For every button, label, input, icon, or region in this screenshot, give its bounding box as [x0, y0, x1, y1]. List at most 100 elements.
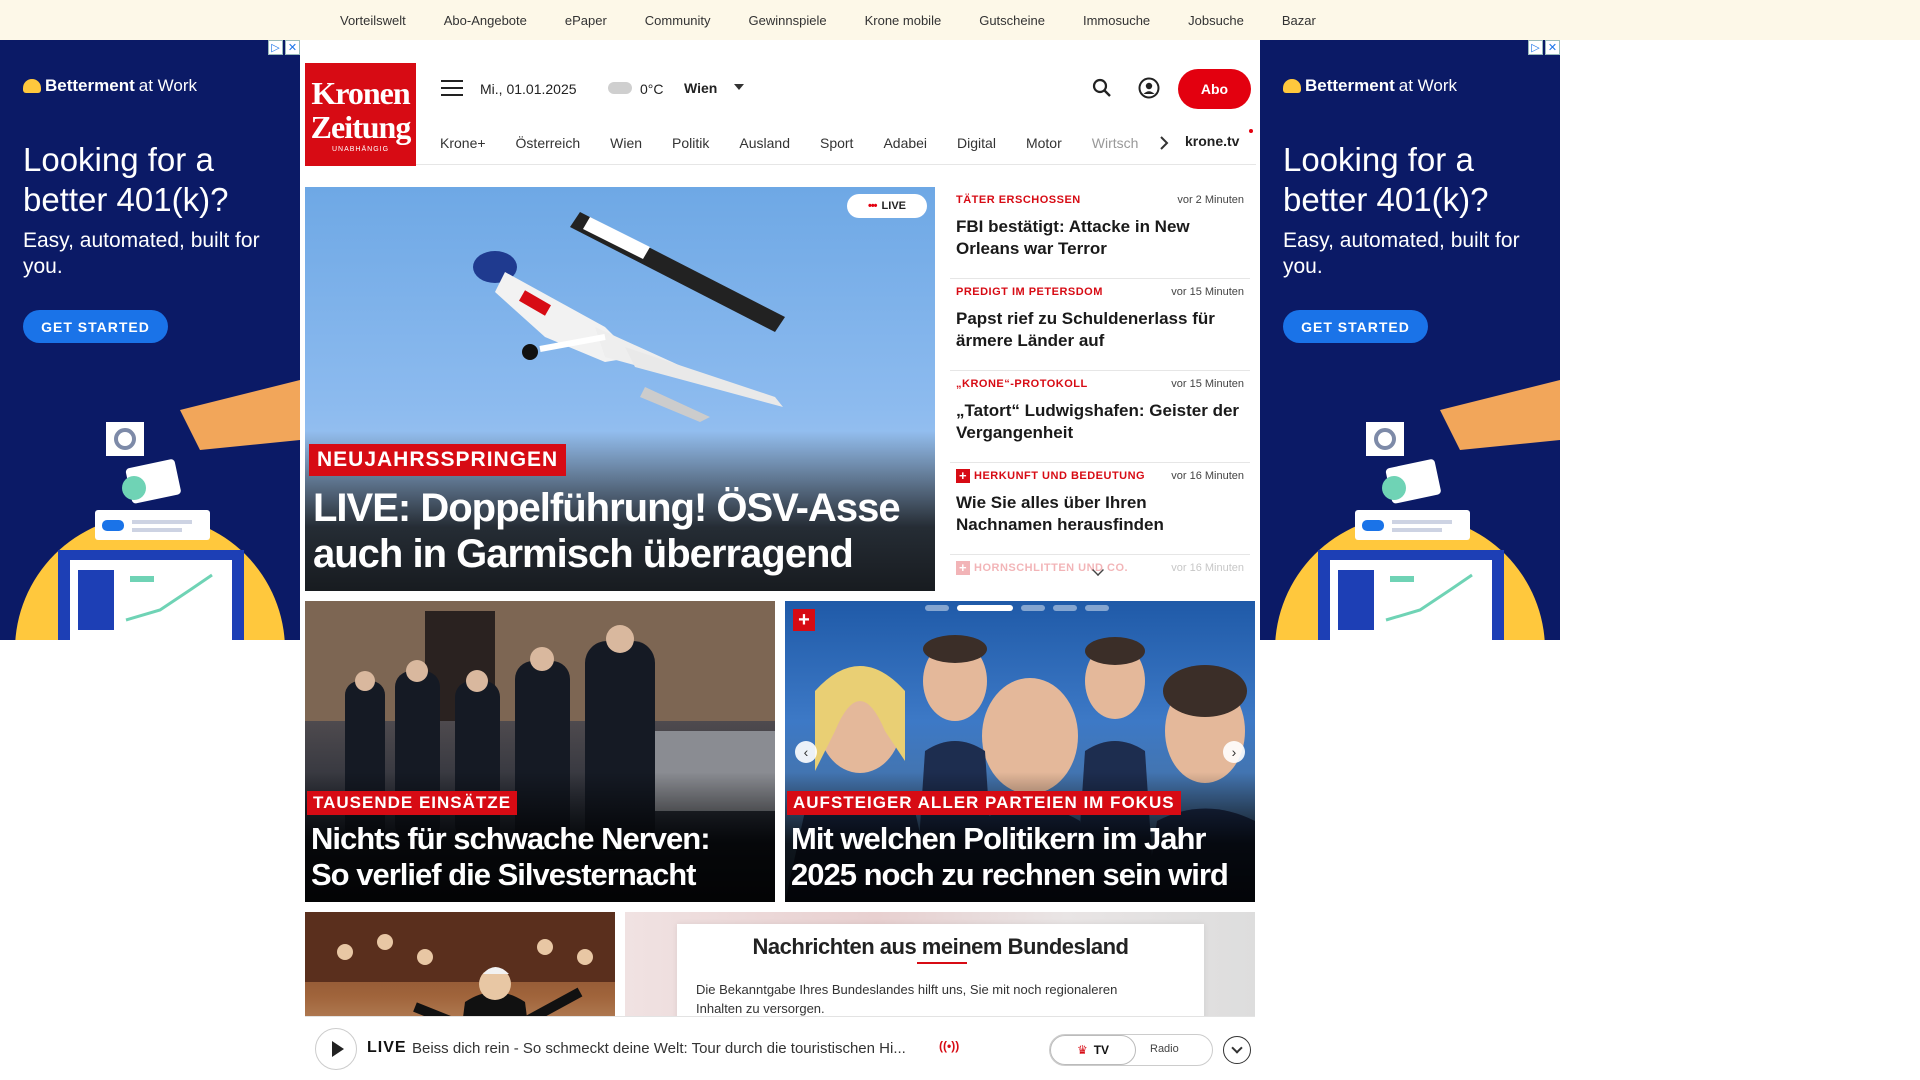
hero-article[interactable]: ••• LIVE NEUJAHRSSPRINGEN LIVE: Doppelfü…: [305, 187, 935, 591]
news-time: vor 2 Minuten: [1177, 194, 1244, 206]
nav-item-wien[interactable]: Wien: [610, 135, 642, 151]
service-links: Vorteilswelt Abo-Angebote ePaper Communi…: [340, 13, 1354, 28]
nav-item-krone-tv[interactable]: krone.tv: [1185, 133, 1239, 149]
news-category-label: HERKUNFT UND BEDEUTUNG: [974, 470, 1146, 482]
service-link-jobsuche[interactable]: Jobsuche: [1188, 13, 1244, 28]
abo-button[interactable]: Abo: [1178, 69, 1251, 109]
live-player-bar: LIVE Beiss dich rein - So schmeckt deine…: [305, 1016, 1255, 1080]
nav-item-krone-plus[interactable]: Krone+: [440, 135, 486, 151]
card-title[interactable]: Mit welchen Politikern im Jahr 2025 noch…: [791, 821, 1255, 893]
news-category: TÄTER ERSCHOSSEN: [956, 194, 1081, 206]
play-button[interactable]: [315, 1028, 357, 1070]
kronen-zeitung-logo[interactable]: Kronen Zeitung UNABHÄNGIG: [305, 63, 416, 166]
service-link-epaper[interactable]: ePaper: [565, 13, 607, 28]
carousel-dot[interactable]: [925, 605, 949, 611]
news-item[interactable]: PREDIGT IM PETERSDOM vor 15 Minuten Papst…: [950, 279, 1250, 371]
news-item[interactable]: „KRONE“-PROTOKOLL vor 15 Minuten „Tatort“…: [950, 371, 1250, 463]
live-badge: ••• LIVE: [847, 194, 927, 218]
tv-radio-toggle: ♛ TV Radio: [1049, 1034, 1213, 1066]
tv-toggle-button[interactable]: ♛ TV: [1050, 1035, 1136, 1065]
hamburger-menu-icon[interactable]: [441, 80, 463, 98]
carousel-dot[interactable]: [1021, 605, 1045, 611]
article-card-politiker[interactable]: + ‹ › AUFSTEIGER ALLER PARTEIEN IM FOKUS…: [785, 601, 1255, 902]
ad-left[interactable]: ▷ ✕ Betterment at Work Looking for a bet…: [0, 40, 300, 640]
news-item[interactable]: + HERKUNFT UND BEDEUTUNG vor 16 Minuten Wi…: [950, 463, 1250, 555]
user-account-icon[interactable]: [1138, 77, 1160, 99]
news-category: + HERKUNFT UND BEDEUTUNG: [956, 469, 1145, 483]
betterment-logo-icon: [1283, 79, 1301, 93]
card-title-line: So verlief die Silvesternacht: [311, 857, 697, 892]
chevron-down-icon[interactable]: [734, 84, 744, 90]
radio-toggle-button[interactable]: Radio: [1150, 1043, 1179, 1055]
logo-tagline: UNABHÄNGIG: [331, 146, 390, 153]
ad-controls: ▷ ✕: [1528, 40, 1560, 55]
ad-right[interactable]: ▷ ✕ Betterment at Work Looking for a bet…: [1260, 40, 1560, 640]
carousel-dot-active[interactable]: [957, 605, 1013, 611]
temperature: 0°C: [640, 81, 664, 97]
live-indicator-dot: [1249, 129, 1253, 133]
service-link-community[interactable]: Community: [645, 13, 711, 28]
player-title[interactable]: Beiss dich rein - So schmeckt deine Welt…: [412, 1040, 942, 1057]
carousel-prev-icon[interactable]: ‹: [795, 741, 817, 763]
news-item[interactable]: TÄTER ERSCHOSSEN vor 2 Minuten FBI bestät…: [950, 187, 1250, 279]
city-selector[interactable]: Wien: [684, 80, 717, 96]
chevron-right-icon[interactable]: [1154, 133, 1174, 153]
hero-kicker: NEUJAHRSSPRINGEN: [309, 444, 567, 476]
service-link-gutscheine[interactable]: Gutscheine: [979, 13, 1045, 28]
heading-underline: [917, 962, 967, 964]
news-title[interactable]: Papst rief zu Schuldenerlass für ärmere …: [956, 308, 1244, 352]
card-title-line: Mit welchen Politikern im Jahr: [791, 821, 1206, 856]
nav-item-politik[interactable]: Politik: [672, 135, 709, 151]
ad-brand-suffix: at Work: [138, 76, 198, 95]
close-icon[interactable]: ✕: [1545, 40, 1560, 55]
article-card-silvester[interactable]: TAUSENDE EINSÄTZE Nichts für schwache Ne…: [305, 601, 775, 902]
search-icon[interactable]: [1091, 77, 1113, 99]
betterment-logo-icon: [23, 79, 41, 93]
bundesland-text: Die Bekanntgabe Ihres Bundeslandes hilft…: [696, 982, 1118, 1016]
ad-illustration: [1275, 380, 1560, 640]
service-link-gewinnspiele[interactable]: Gewinnspiele: [749, 13, 827, 28]
nav-item-ausland[interactable]: Ausland: [739, 135, 790, 151]
news-time: vor 15 Minuten: [1171, 286, 1244, 298]
nav-item-wirtschaft[interactable]: Wirtsch: [1092, 135, 1139, 151]
nav-item-motor[interactable]: Motor: [1026, 135, 1062, 151]
adchoices-icon[interactable]: ▷: [1528, 40, 1543, 55]
carousel-indicators: [925, 605, 1109, 611]
ad-brand-suffix: at Work: [1398, 76, 1458, 95]
ad-get-started-button[interactable]: GET STARTED: [1283, 310, 1428, 343]
live-dots-icon: •••: [867, 200, 878, 212]
broadcast-icon: ((•)): [939, 1039, 960, 1053]
close-icon[interactable]: ✕: [285, 40, 300, 55]
crown-icon: ♛: [1076, 1043, 1088, 1057]
ad-get-started-button[interactable]: GET STARTED: [23, 310, 168, 343]
nav-item-sport[interactable]: Sport: [820, 135, 853, 151]
news-title[interactable]: Wie Sie alles über Ihren Nachnamen herau…: [956, 492, 1244, 536]
adchoices-icon[interactable]: ▷: [268, 40, 283, 55]
bundesland-heading: Nachrichten aus meinem Bundesland: [752, 934, 1129, 959]
ad-brand-name: Betterment: [1305, 76, 1395, 95]
service-link-immosuche[interactable]: Immosuche: [1083, 13, 1150, 28]
ad-subline: Easy, automated, built for you.: [1283, 229, 1520, 278]
service-link-bazar[interactable]: Bazar: [1282, 13, 1316, 28]
service-link-abo-angebote[interactable]: Abo-Angebote: [444, 13, 527, 28]
news-category: „KRONE“-PROTOKOLL: [956, 378, 1088, 390]
ad-brand: Betterment at Work: [1283, 76, 1457, 96]
news-title[interactable]: „Tatort“ Ludwigshafen: Geister der Verga…: [956, 400, 1244, 444]
nav-item-digital[interactable]: Digital: [957, 135, 996, 151]
nav-item-adabei[interactable]: Adabei: [883, 135, 927, 151]
current-date: Mi., 01.01.2025: [480, 81, 577, 97]
tv-label: TV: [1093, 1043, 1110, 1057]
card-title[interactable]: Nichts für schwache Nerven: So verlief d…: [311, 821, 775, 893]
carousel-dot[interactable]: [1085, 605, 1109, 611]
carousel-next-icon[interactable]: ›: [1223, 741, 1245, 763]
service-link-krone-mobile[interactable]: Krone mobile: [865, 13, 942, 28]
news-title[interactable]: FBI bestätigt: Attacke in New Orleans wa…: [956, 216, 1244, 260]
card-title-line: Nichts für schwache Nerven:: [311, 821, 711, 856]
hero-title[interactable]: LIVE: Doppelführung! ÖSV-Asse auch in Ga…: [313, 485, 933, 577]
nav-item-oesterreich[interactable]: Österreich: [516, 135, 581, 151]
play-icon: [332, 1041, 344, 1057]
service-link-vorteilswelt[interactable]: Vorteilswelt: [340, 13, 406, 28]
carousel-dot[interactable]: [1053, 605, 1077, 611]
ad-headline: Looking for a better 401(k)?: [1283, 141, 1489, 218]
expand-player-button[interactable]: [1223, 1036, 1251, 1064]
